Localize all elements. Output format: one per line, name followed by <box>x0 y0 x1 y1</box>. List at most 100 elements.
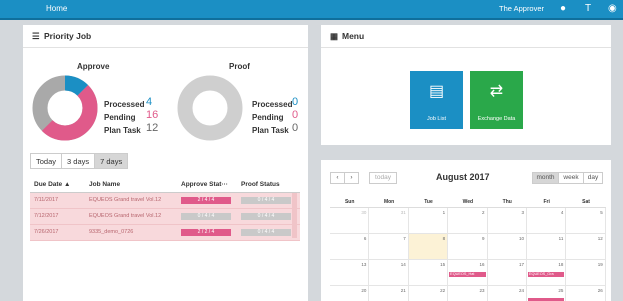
calendar-day-number: 7 <box>403 236 406 241</box>
priority-job-icon: ☰ <box>32 31 40 41</box>
calendar-day-cell[interactable]: 25 <box>527 286 567 301</box>
calendar-day-number: 19 <box>597 262 603 267</box>
calendar-day-cell[interactable]: 26 <box>566 286 606 301</box>
view-day-button[interactable]: day <box>583 172 603 184</box>
calendar-day-cell[interactable]: 30 <box>330 208 370 234</box>
calendar-day-cell[interactable]: 13 <box>330 260 370 286</box>
calendar-day-cell[interactable]: 23 <box>448 286 488 301</box>
exchange-icon: ⇄ <box>489 83 504 100</box>
calendar-day-cell[interactable]: 14 <box>369 260 409 286</box>
calendar-day-cell[interactable]: 31 <box>369 208 409 234</box>
proof-plan-label: Plan Task <box>252 126 289 135</box>
calendar-week-row: 30 31 1 2 3 4 5 <box>330 208 606 234</box>
calendar-day-cell[interactable]: 17 <box>487 260 527 286</box>
due-date-cell: 7/26/2017 <box>30 224 85 241</box>
table-row[interactable]: 7/26/2017 9335_demo_0726 2 / 2 / 4 0 / 4… <box>30 224 300 241</box>
exchange-data-button[interactable]: ⇄ Exchange Data <box>470 71 523 129</box>
approve-label: Approve <box>77 62 110 71</box>
table-row[interactable]: 7/11/2017 EQUEOS Grand travel Vol.12 2 /… <box>30 192 300 209</box>
user-icon[interactable]: ◉ <box>608 3 617 15</box>
exchange-data-label: Exchange Data <box>477 116 516 122</box>
proof-pending-label: Pending <box>252 113 284 122</box>
menu-panel <box>321 25 611 145</box>
column-approve-status[interactable]: Approve Stat··· <box>177 178 237 193</box>
palette-icon[interactable]: ● <box>560 3 566 15</box>
calendar-day-cell[interactable]: 20 <box>330 286 370 301</box>
approve-status-cell: 2 / 4 / 4 <box>177 192 237 209</box>
calendar-day-cell[interactable]: 7 <box>369 234 409 260</box>
calendar-day-cell[interactable]: 5 <box>566 208 606 234</box>
calendar-day-cell[interactable]: 24 <box>488 286 527 301</box>
calendar-day-cell[interactable]: 1 <box>408 208 449 234</box>
date-range-tabs: Today 3 days 7 days <box>30 153 129 169</box>
tab-7-days[interactable]: 7 days <box>94 153 129 169</box>
approve-plan-label: Plan Task <box>104 126 141 135</box>
calendar-day-number: 9 <box>482 236 485 241</box>
calendar-event[interactable]: EQUEOS_Hat <box>449 272 486 277</box>
calendar-day-number: 11 <box>558 236 564 241</box>
proof-processed-count: 0 <box>292 96 299 108</box>
calendar-day-number: 8 <box>442 236 446 241</box>
calendar-day-cell[interactable]: 8 <box>408 234 449 260</box>
proof-plan-arc <box>177 75 243 141</box>
next-month-button[interactable]: › <box>344 172 359 184</box>
calendar-day-number: 30 <box>361 210 367 215</box>
weekday-header: Wed <box>448 196 488 208</box>
calendar-day-cell[interactable]: 21 <box>369 286 409 301</box>
calendar-day-cell[interactable]: 2 <box>448 208 488 234</box>
table-scrollbar[interactable] <box>292 193 297 238</box>
proof-status-cell: 0 / 4 / 4 <box>237 224 300 241</box>
view-month-button[interactable]: month <box>532 172 559 184</box>
table-row[interactable]: 7/12/2017 EQUEOS Grand travel Vol.12 0 /… <box>30 208 300 225</box>
weekday-header: Thu <box>487 196 527 208</box>
proof-status-bar: 0 / 4 / 4 <box>241 196 291 204</box>
calendar-day-cell[interactable]: 12 <box>566 234 606 260</box>
calendar-day-cell[interactable]: 19 <box>566 260 606 286</box>
column-proof-status[interactable]: Proof Status <box>237 178 300 193</box>
approve-status-bar: 0 / 4 / 4 <box>181 212 231 220</box>
column-due-date[interactable]: Due Date ▲ <box>30 178 85 193</box>
column-job-name[interactable]: Job Name <box>85 178 177 193</box>
calendar-day-number: 4 <box>560 210 564 215</box>
user-name[interactable]: The Approver <box>499 4 544 13</box>
calendar-day-cell[interactable]: 3 <box>487 208 527 234</box>
calendar-event[interactable]: EQUEOS_Gra <box>527 272 565 277</box>
calendar-day-cell[interactable]: 6 <box>330 234 370 260</box>
calendar-day-cell[interactable]: 22 <box>409 286 449 301</box>
calendar-day-cell[interactable]: 10 <box>487 234 527 260</box>
home-link[interactable]: Home <box>46 4 67 13</box>
calendar-day-number: 15 <box>440 262 446 267</box>
translate-icon[interactable]: T <box>585 3 591 15</box>
due-date-cell: 7/12/2017 <box>30 208 85 225</box>
calendar-day-number: 16 <box>479 262 485 267</box>
today-button[interactable]: today <box>369 172 397 184</box>
calendar-day-cell[interactable]: 11 <box>526 234 567 260</box>
tab-today[interactable]: Today <box>30 153 63 169</box>
view-week-button[interactable]: week <box>558 172 584 184</box>
list-icon: ▤ <box>428 83 445 100</box>
calendar-day-number: 18 <box>558 262 564 267</box>
calendar-day-cell[interactable]: 9 <box>448 234 488 260</box>
calendar-day-cell[interactable]: 15 <box>408 260 449 286</box>
calendar-day-number: 24 <box>518 288 524 293</box>
weekday-header: Mon <box>369 196 409 208</box>
weekday-header: Fri <box>526 196 567 208</box>
weekday-header: Sat <box>566 196 606 208</box>
prev-month-button[interactable]: ‹ <box>330 172 345 184</box>
calendar-day-cell[interactable]: 4 <box>526 208 567 234</box>
approve-processed-label: Processed <box>104 100 145 109</box>
due-date-cell: 7/11/2017 <box>30 192 85 209</box>
tab-3-days[interactable]: 3 days <box>61 153 96 169</box>
priority-job-table: Due Date ▲ Job Name Approve Stat··· Proo… <box>30 178 300 241</box>
calendar-day-number: 13 <box>361 262 367 267</box>
proof-status-cell: 0 / 4 / 4 <box>237 192 300 209</box>
job-list-button[interactable]: ▤ Job List <box>410 71 463 129</box>
calendar-day-cell[interactable]: 16 EQUEOS_Hat <box>448 260 488 286</box>
proof-status-cell: 0 / 4 / 4 <box>237 208 300 225</box>
calendar-day-number: 12 <box>597 236 603 241</box>
top-navbar: Home The Approver ● T ◉ <box>0 0 623 20</box>
approve-status-cell: 2 / 2 / 4 <box>177 224 237 241</box>
calendar-day-number: 17 <box>518 262 524 267</box>
job-list-label: Job List <box>427 116 446 122</box>
calendar-day-cell[interactable]: 18 EQUEOS_Gra <box>526 260 567 286</box>
